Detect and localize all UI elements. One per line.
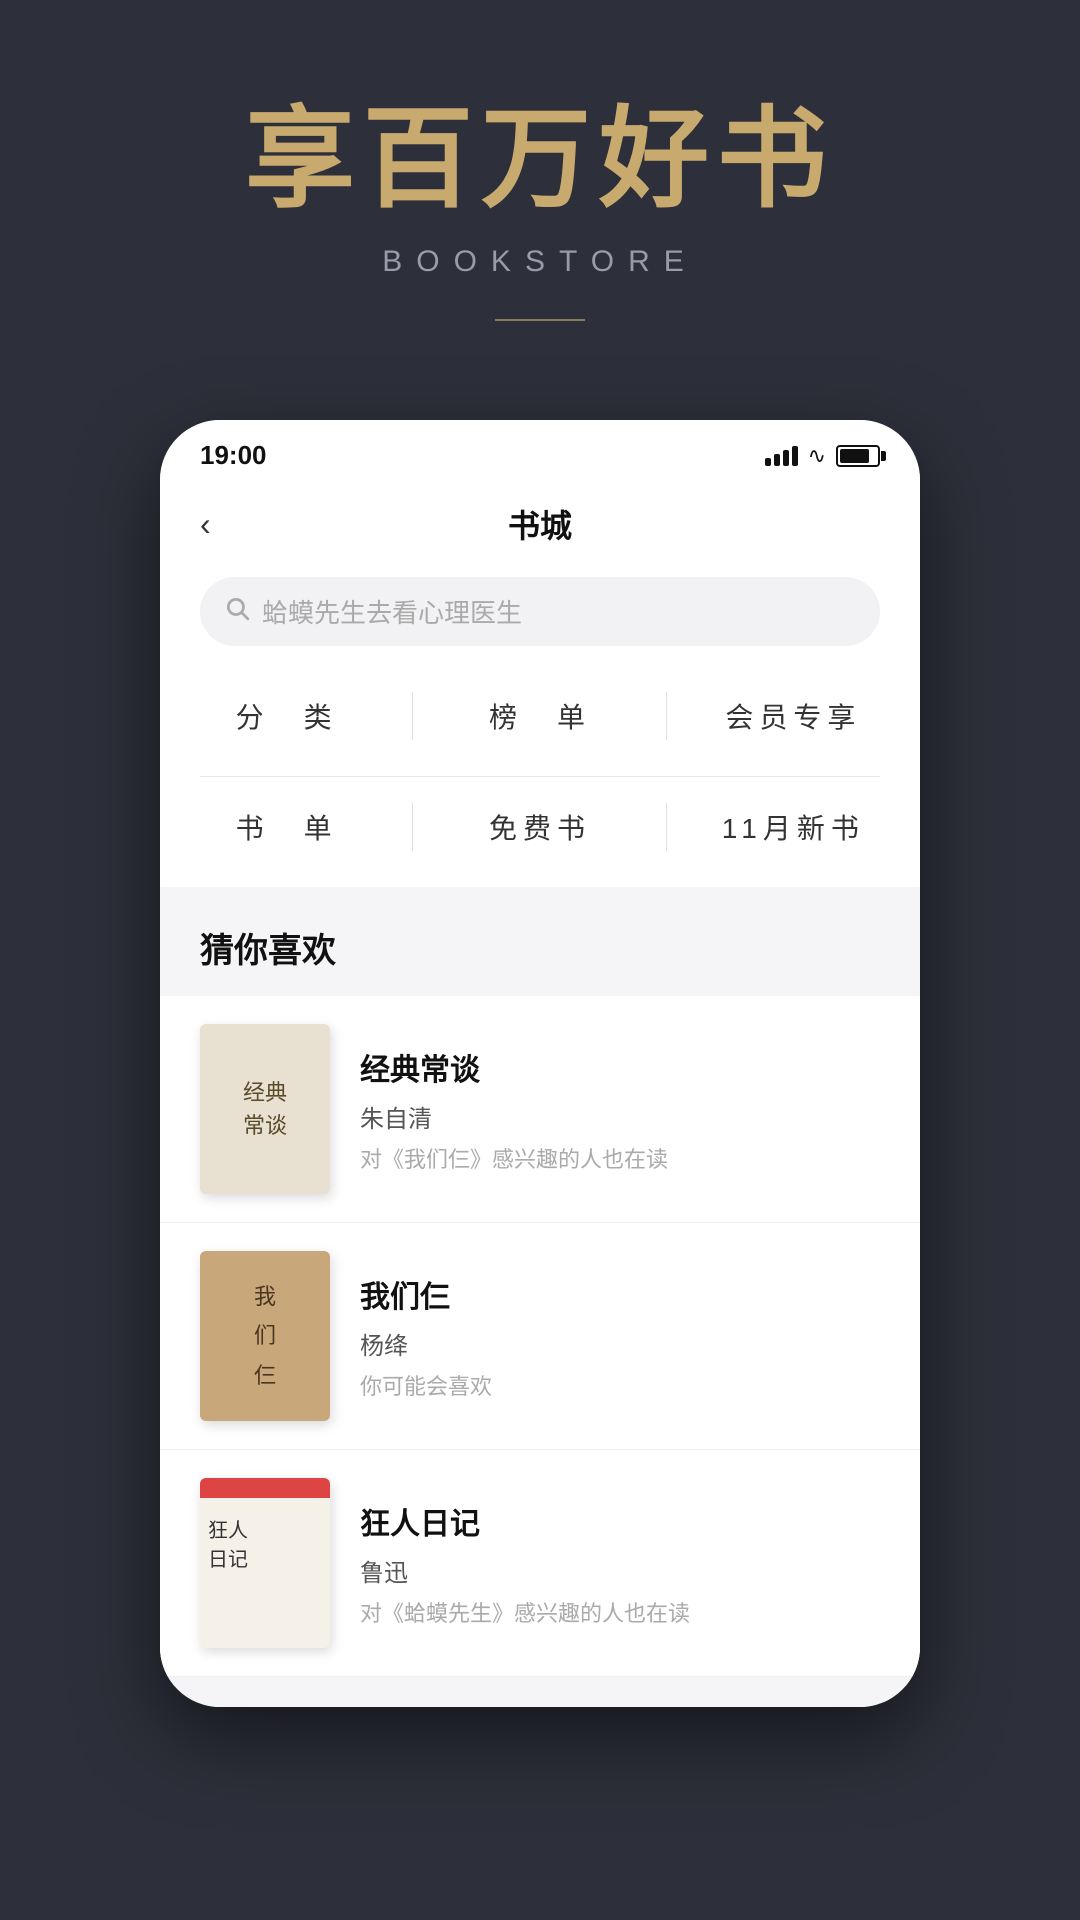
category-item-vip[interactable]: 会员专享 — [667, 676, 920, 756]
status-icons: ∿ — [765, 443, 880, 469]
book-name-1: 经典常谈 — [360, 1045, 880, 1089]
category-item-bangdan[interactable]: 榜 单 — [413, 676, 666, 756]
book-cover-2: 我们仨 — [200, 1251, 330, 1421]
recommend-title: 猜你喜欢 — [160, 887, 920, 996]
hero-subtitle: BOOKSTORE — [0, 245, 1080, 279]
category-item-freebook[interactable]: 免费书 — [413, 787, 666, 867]
recommend-section: 猜你喜欢 经典常谈 经典常谈 朱自清 对《我们仨》感兴趣的人也在读 我们仨 — [160, 887, 920, 1707]
book-author-3: 鲁迅 — [360, 1553, 880, 1588]
hero-divider — [495, 319, 585, 321]
book-desc-1: 对《我们仨》感兴趣的人也在读 — [360, 1142, 880, 1174]
book-info-3: 狂人日记 鲁迅 对《蛤蟆先生》感兴趣的人也在读 — [360, 1499, 880, 1628]
book-item-3[interactable]: 狂人日记 狂人日记 鲁迅 对《蛤蟆先生》感兴趣的人也在读 — [160, 1450, 920, 1677]
book-author-2: 杨绛 — [360, 1326, 880, 1361]
book-info-1: 经典常谈 朱自清 对《我们仨》感兴趣的人也在读 — [360, 1045, 880, 1174]
back-button[interactable]: ‹ — [200, 506, 211, 543]
category-item-newbook[interactable]: 11月新书 — [667, 787, 920, 867]
status-bar: 19:00 ∿ — [160, 420, 920, 481]
search-bar[interactable]: 蛤蟆先生去看心理医生 — [200, 577, 880, 646]
hero-title: 享百万好书 — [0, 100, 1080, 221]
phone-frame: 19:00 ∿ ‹ 书城 蛤蟆先生去 — [160, 420, 920, 1707]
search-icon — [224, 595, 250, 628]
search-placeholder: 蛤蟆先生去看心理医生 — [262, 593, 522, 630]
book-desc-3: 对《蛤蟆先生》感兴趣的人也在读 — [360, 1596, 880, 1628]
hero-section: 享百万好书 BOOKSTORE — [0, 0, 1080, 321]
book-desc-2: 你可能会喜欢 — [360, 1369, 880, 1401]
wifi-icon: ∿ — [808, 443, 826, 469]
book-cover-1: 经典常谈 — [200, 1024, 330, 1194]
book-cover-3: 狂人日记 — [200, 1478, 330, 1648]
category-grid-row2: 书 单 免费书 11月新书 — [160, 777, 920, 887]
status-time: 19:00 — [200, 440, 267, 471]
nav-title: 书城 — [508, 501, 572, 547]
search-container: 蛤蟆先生去看心理医生 — [160, 567, 920, 666]
book-item-1[interactable]: 经典常谈 经典常谈 朱自清 对《我们仨》感兴趣的人也在读 — [160, 996, 920, 1223]
category-item-fenilei[interactable]: 分 类 — [160, 676, 413, 756]
book-info-2: 我们仨 杨绛 你可能会喜欢 — [360, 1272, 880, 1401]
book-name-2: 我们仨 — [360, 1272, 880, 1316]
book-item-2[interactable]: 我们仨 我们仨 杨绛 你可能会喜欢 — [160, 1223, 920, 1450]
signal-icon — [765, 446, 798, 466]
battery-icon — [836, 445, 880, 467]
book-list: 经典常谈 经典常谈 朱自清 对《我们仨》感兴趣的人也在读 我们仨 我们仨 杨绛 … — [160, 996, 920, 1677]
category-grid-row1: 分 类 榜 单 会员专享 — [160, 666, 920, 776]
book-name-3: 狂人日记 — [360, 1499, 880, 1543]
nav-bar: ‹ 书城 — [160, 481, 920, 567]
category-item-shudan[interactable]: 书 单 — [160, 787, 413, 867]
book-author-1: 朱自清 — [360, 1099, 880, 1134]
